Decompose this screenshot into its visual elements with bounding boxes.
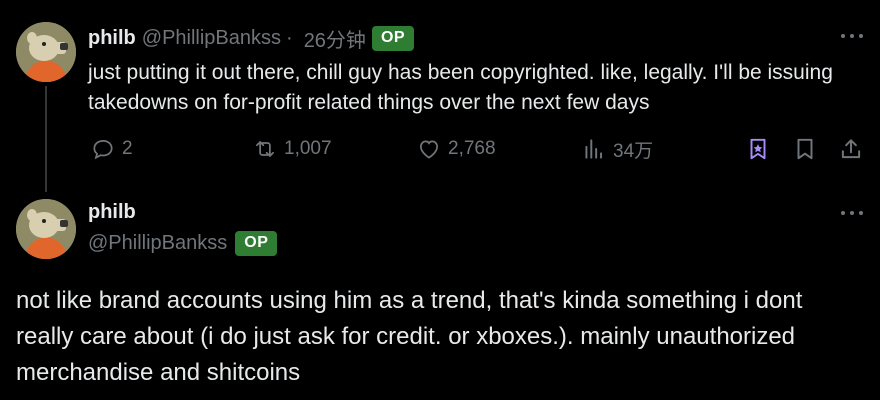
more-icon[interactable] <box>838 203 866 223</box>
views-button[interactable]: 34万 <box>581 134 653 164</box>
post-text: just putting it out there, chill guy has… <box>88 61 833 114</box>
share-icon <box>841 139 861 159</box>
repost-button[interactable]: 1,007 <box>252 134 332 164</box>
post-header: philb @PhillipBankss · 26分钟 OP <box>88 24 415 53</box>
author-name[interactable]: philb <box>88 201 136 224</box>
reply-button[interactable]: 2 <box>90 134 133 164</box>
separator: · <box>286 26 293 49</box>
more-icon[interactable] <box>838 26 866 46</box>
post-time[interactable]: 26分钟 <box>304 24 366 53</box>
bookmark-button[interactable] <box>792 134 818 164</box>
views-icon <box>585 139 603 159</box>
like-button[interactable]: 2,768 <box>416 134 496 164</box>
op-badge: OP <box>371 25 415 51</box>
post-header: @PhillipBankss OP <box>88 231 278 256</box>
reply-icon <box>93 140 113 160</box>
like-icon <box>420 140 438 159</box>
author-name[interactable]: philb <box>88 27 136 50</box>
author-handle[interactable]: @PhillipBankss <box>88 232 227 255</box>
post-text: not like brand accounts using him as a t… <box>16 287 803 386</box>
reply-count: 2 <box>122 138 133 159</box>
avatar[interactable] <box>16 199 76 259</box>
op-badge: OP <box>235 231 278 256</box>
author-handle[interactable]: @PhillipBankss <box>142 27 281 50</box>
bookmark-icon <box>797 138 813 160</box>
views-count: 34万 <box>613 140 654 162</box>
share-button[interactable] <box>838 134 864 164</box>
like-count: 2,768 <box>448 138 496 159</box>
repost-count: 1,007 <box>284 138 332 159</box>
avatar[interactable] <box>16 22 76 82</box>
repost-icon <box>256 141 274 157</box>
action-bar: 2 1,007 2,768 34万 <box>0 134 880 164</box>
grok-button[interactable] <box>745 134 771 164</box>
grok-icon <box>750 138 766 160</box>
